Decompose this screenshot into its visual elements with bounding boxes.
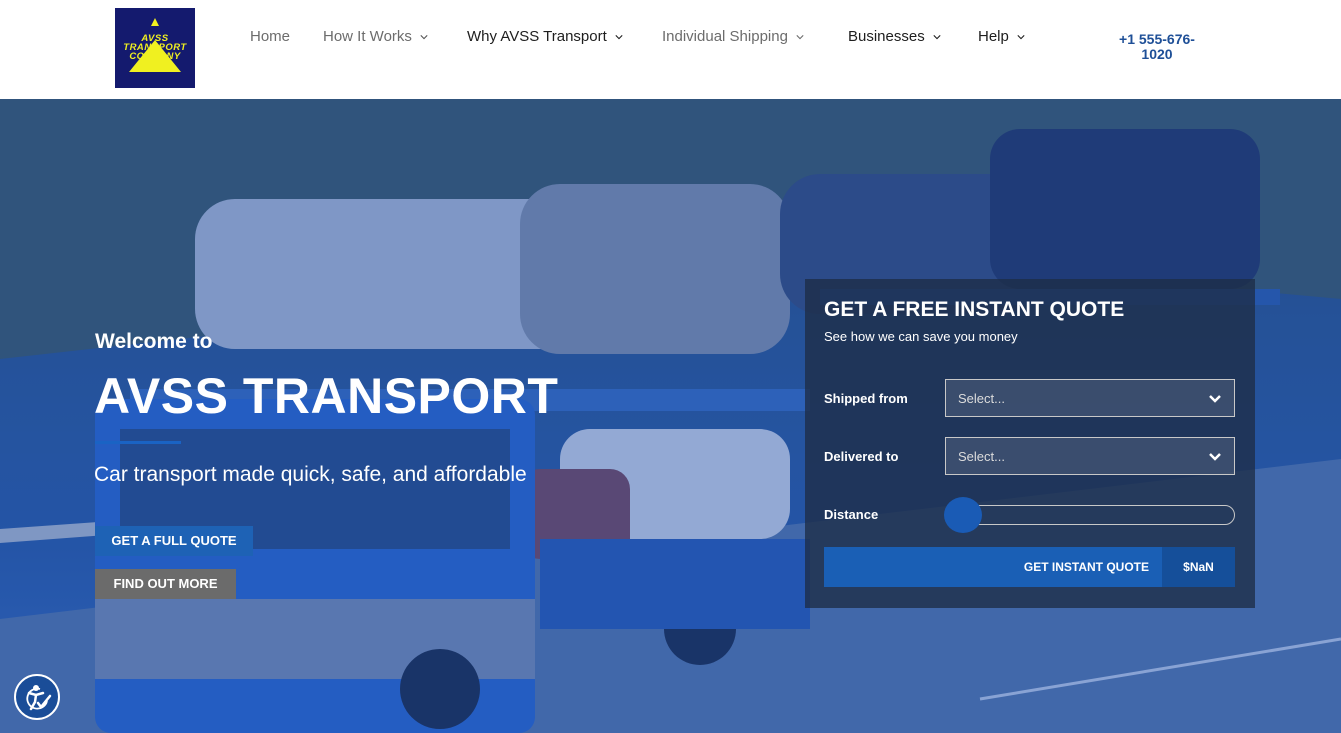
nav-item-label: Help <box>978 28 1009 45</box>
chevron-down-icon <box>615 34 623 39</box>
nav-item-individual-shipping[interactable]: Individual Shipping <box>662 28 804 45</box>
chevron-down-icon <box>933 34 941 39</box>
shipped-from-label: Shipped from <box>824 391 908 406</box>
hero-title: AVSS TRANSPORT <box>94 368 559 424</box>
select-placeholder: Select... <box>958 449 1005 464</box>
nav-item-help[interactable]: Help <box>978 28 1025 45</box>
delivered-to-select[interactable]: Select... <box>945 437 1235 475</box>
hero-title-underline <box>95 441 181 444</box>
chevron-down-icon <box>420 34 428 39</box>
get-instant-quote-button[interactable]: GET INSTANT QUOTE <box>824 547 1162 587</box>
delivered-to-label: Delivered to <box>824 449 899 464</box>
nav-item-label: Businesses <box>848 28 925 45</box>
hero-tagline: Car transport made quick, safe, and affo… <box>94 463 527 486</box>
nav-item-label: Home <box>250 28 291 45</box>
accessibility-button[interactable] <box>14 674 60 720</box>
quote-price: $NaN <box>1162 547 1235 587</box>
instant-quote-panel: GET A FREE INSTANT QUOTE See how we can … <box>805 279 1255 608</box>
chevron-down-icon <box>1209 453 1221 461</box>
logo-text-line: COMPANY <box>129 51 181 62</box>
get-full-quote-button[interactable]: GET A FULL QUOTE <box>95 526 253 556</box>
hero-welcome: Welcome to <box>95 330 213 353</box>
chevron-down-icon <box>1209 395 1221 403</box>
find-out-more-button[interactable]: FIND OUT MORE <box>95 569 236 599</box>
nav-item-businesses[interactable]: Businesses <box>848 28 941 45</box>
quote-title: GET A FREE INSTANT QUOTE <box>824 298 1125 321</box>
nav-item-home[interactable]: Home <box>250 28 290 45</box>
distance-slider-thumb[interactable] <box>944 497 982 533</box>
quote-subtitle: See how we can save you money <box>824 329 1018 344</box>
chevron-down-icon <box>1017 34 1025 39</box>
nav-item-label: Why AVSS Transport <box>467 28 607 45</box>
hero-section: Welcome to AVSS TRANSPORT Car transport … <box>0 99 1341 733</box>
select-placeholder: Select... <box>958 391 1005 406</box>
phone-line: +1 555-676- <box>1119 31 1195 47</box>
phone-link[interactable]: +1 555-676- 1020 <box>1110 32 1204 62</box>
logo[interactable]: AVSS TRANSPORT COMPANY <box>115 8 195 88</box>
chevron-down-icon <box>796 34 804 39</box>
accessibility-icon <box>26 685 52 711</box>
nav-item-how-it-works[interactable]: How It Works <box>323 28 428 45</box>
distance-label: Distance <box>824 507 879 522</box>
shipped-from-select[interactable]: Select... <box>945 379 1235 417</box>
phone-line: 1020 <box>1141 46 1173 62</box>
nav-item-label: Individual Shipping <box>662 28 788 45</box>
nav-item-why-avss[interactable]: Why AVSS Transport <box>467 28 623 45</box>
distance-slider-track[interactable] <box>945 505 1235 525</box>
site-header: AVSS TRANSPORT COMPANY Home How It Works… <box>0 0 1341 99</box>
nav-item-label: How It Works <box>323 28 412 45</box>
